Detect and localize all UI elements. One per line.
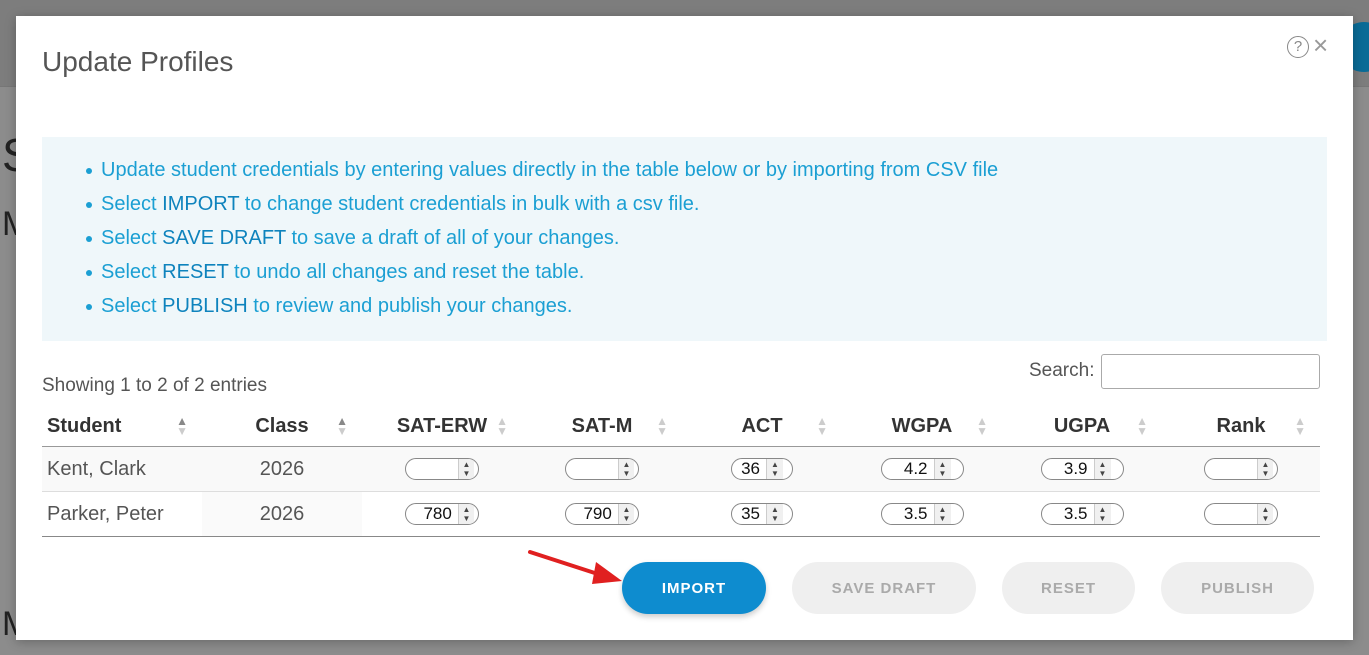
save-draft-button[interactable]: SAVE DRAFT	[792, 562, 976, 614]
close-icon[interactable]: ×	[1313, 32, 1328, 58]
student-name: Kent, Clark	[42, 446, 202, 492]
column-header-act[interactable]: ACT ▲ ▼	[682, 406, 842, 447]
instruction-item: Select IMPORT to change student credenti…	[86, 187, 998, 221]
sort-icon: ▲ ▼	[336, 414, 348, 438]
spinner-icon[interactable]: ▲ ▼	[1256, 459, 1273, 480]
instructions-list: Update student credentials by entering v…	[86, 153, 998, 323]
spinner-icon[interactable]: ▲ ▼	[1093, 459, 1111, 480]
act-input[interactable]: 36 ▲ ▼	[731, 458, 793, 481]
sat-m-input[interactable]: ▲ ▼	[565, 458, 639, 481]
rank-input[interactable]: ▲ ▼	[1204, 503, 1278, 526]
instruction-item: Select RESET to undo all changes and res…	[86, 255, 998, 289]
spinner-icon[interactable]: ▲ ▼	[1093, 504, 1111, 525]
table-header-row: Student ▲ ▼ Class ▲ ▼ SAT-ERW ▲ ▼ SAT-M ▲ ▼ ACT ▲…	[42, 406, 1320, 447]
instruction-item: Select SAVE DRAFT to save a draft of all…	[86, 221, 998, 255]
table-row: Kent, Clark 2026 ▲ ▼ ▲ ▼ 36 ▲ ▼ 4.2 ▲ ▼ 3.9 ▲ ▼ …	[42, 446, 1320, 492]
entries-info: Showing 1 to 2 of 2 entries	[42, 375, 267, 396]
wgpa-input[interactable]: 4.2 ▲ ▼	[880, 458, 964, 481]
profiles-table: Student ▲ ▼ Class ▲ ▼ SAT-ERW ▲ ▼ SAT-M ▲ ▼ ACT ▲…	[42, 406, 1320, 537]
sort-icon: ▲ ▼	[1136, 414, 1148, 438]
spinner-icon[interactable]: ▲ ▼	[457, 459, 474, 480]
red-arrow-annotation	[528, 550, 622, 584]
wgpa-input[interactable]: 3.5 ▲ ▼	[880, 503, 964, 526]
spinner-icon[interactable]: ▲ ▼	[766, 504, 783, 525]
update-profiles-modal: Update Profiles ? × Update student crede…	[16, 16, 1353, 640]
instruction-item: Select PUBLISH to review and publish you…	[86, 289, 998, 323]
spinner-icon[interactable]: ▲ ▼	[617, 459, 634, 480]
student-name: Parker, Peter	[42, 491, 202, 537]
column-header-class[interactable]: Class ▲ ▼	[202, 406, 362, 447]
class-year: 2026	[202, 446, 362, 492]
sort-icon: ▲ ▼	[176, 414, 188, 438]
column-header-rank[interactable]: Rank ▲ ▼	[1162, 406, 1320, 447]
sort-icon: ▲ ▼	[496, 414, 508, 438]
sat-erw-input[interactable]: ▲ ▼	[405, 458, 479, 481]
column-header-wgpa[interactable]: WGPA ▲ ▼	[842, 406, 1002, 447]
column-header-student[interactable]: Student ▲ ▼	[42, 406, 202, 447]
sort-icon: ▲ ▼	[1294, 414, 1306, 438]
rank-input[interactable]: ▲ ▼	[1204, 458, 1278, 481]
reset-button[interactable]: RESET	[1002, 562, 1135, 614]
spinner-icon[interactable]: ▲ ▼	[766, 459, 783, 480]
search-input[interactable]	[1101, 354, 1320, 389]
help-icon[interactable]: ?	[1287, 36, 1309, 58]
ugpa-input[interactable]: 3.9 ▲ ▼	[1040, 458, 1124, 481]
search-label: Search:	[1029, 360, 1095, 381]
instruction-item: Update student credentials by entering v…	[86, 153, 998, 187]
spinner-icon[interactable]: ▲ ▼	[933, 459, 951, 480]
table-row: Parker, Peter 2026 780 ▲ ▼ 790 ▲ ▼ 35 ▲ ▼ 3.5 ▲…	[42, 491, 1320, 537]
spinner-icon[interactable]: ▲ ▼	[933, 504, 951, 525]
sort-icon: ▲ ▼	[656, 414, 668, 438]
spinner-icon[interactable]: ▲ ▼	[1256, 504, 1273, 525]
column-header-ugpa[interactable]: UGPA ▲ ▼	[1002, 406, 1162, 447]
import-button[interactable]: IMPORT	[622, 562, 766, 614]
spinner-icon[interactable]: ▲ ▼	[457, 504, 474, 525]
modal-title: Update Profiles	[42, 46, 234, 77]
spinner-icon[interactable]: ▲ ▼	[617, 504, 634, 525]
column-header-sat-m[interactable]: SAT-M ▲ ▼	[522, 406, 682, 447]
class-year: 2026	[202, 491, 362, 537]
publish-button[interactable]: PUBLISH	[1161, 562, 1314, 614]
sort-icon: ▲ ▼	[816, 414, 828, 438]
sort-icon: ▲ ▼	[976, 414, 988, 438]
sat-m-input[interactable]: 790 ▲ ▼	[565, 503, 639, 526]
column-header-sat-erw[interactable]: SAT-ERW ▲ ▼	[362, 406, 522, 447]
act-input[interactable]: 35 ▲ ▼	[731, 503, 793, 526]
ugpa-input[interactable]: 3.5 ▲ ▼	[1040, 503, 1124, 526]
sat-erw-input[interactable]: 780 ▲ ▼	[405, 503, 479, 526]
instructions-panel: Update student credentials by entering v…	[42, 137, 1327, 341]
